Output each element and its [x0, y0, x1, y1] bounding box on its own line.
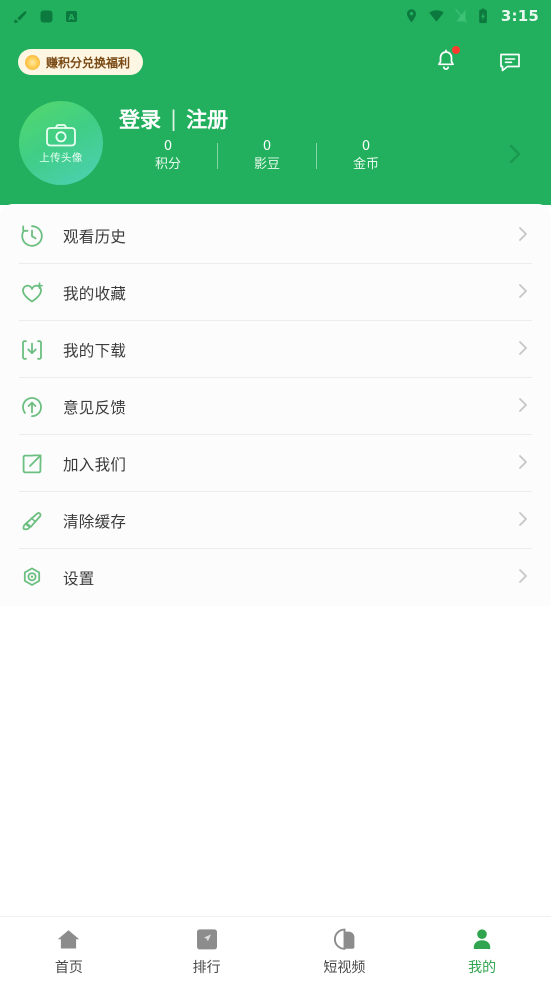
- signal-off-icon: [454, 8, 467, 23]
- nav-item-label: 首页: [54, 959, 83, 976]
- chevron-right-icon: [517, 395, 529, 419]
- avatar-label: 上传头像: [39, 151, 83, 164]
- stat-points-label: 积分: [154, 157, 181, 172]
- menu-card: 观看历史 我的收藏 我的下载 意见反馈 加入我们 清除缓存 设置: [0, 204, 551, 606]
- history-icon: [19, 223, 53, 249]
- stats-row: 0 积分 0 影豆 0 金币: [119, 138, 415, 174]
- home-icon: [58, 929, 80, 948]
- chevron-right-icon: [517, 452, 529, 476]
- heart-plus-icon: [19, 280, 53, 306]
- stat-beans-value: 0: [262, 139, 272, 154]
- login-separator: |: [170, 107, 178, 131]
- nav-item-short-video[interactable]: 短视频: [276, 927, 414, 977]
- location-icon: [406, 9, 416, 23]
- nav-item-label: 排行: [192, 959, 221, 976]
- stat-coins-value: 0: [361, 139, 371, 154]
- download-icon: [19, 337, 53, 363]
- brush-icon: [19, 508, 53, 534]
- stat-beans[interactable]: 0 影豆: [218, 138, 316, 174]
- chevron-right-icon: [517, 566, 529, 590]
- app-notification-icon: [40, 10, 53, 22]
- notifications-button[interactable]: [431, 46, 461, 76]
- chevron-right-icon: [517, 509, 529, 533]
- status-bar-left-icons: A: [12, 8, 79, 25]
- status-bar-time: 3:15: [500, 7, 539, 25]
- menu-item-label: 意见反馈: [63, 398, 127, 417]
- chevron-right-icon: [517, 224, 529, 248]
- nav-item-home[interactable]: 首页: [0, 927, 138, 977]
- menu-item-label: 我的下载: [63, 341, 127, 360]
- notification-badge: [452, 46, 460, 54]
- menu-item-label: 观看历史: [63, 227, 127, 246]
- settings-hexagon-icon: [19, 565, 53, 591]
- compass-icon: [196, 928, 217, 949]
- chevron-right-icon: [517, 338, 529, 362]
- menu-item-label: 清除缓存: [63, 512, 127, 531]
- stat-beans-label: 影豆: [253, 157, 280, 172]
- menu-item-label: 设置: [63, 569, 95, 588]
- nav-item-label: 短视频: [323, 959, 366, 976]
- chevron-right-icon: [517, 281, 529, 305]
- wifi-icon: [429, 10, 444, 22]
- stat-points[interactable]: 0 积分: [119, 138, 217, 174]
- menu-item-feedback[interactable]: 意见反馈: [0, 378, 551, 435]
- menu-item-join-us[interactable]: 加入我们: [0, 435, 551, 492]
- menu-item-settings[interactable]: 设置: [0, 549, 551, 606]
- camera-icon: [46, 123, 76, 146]
- menu-item-label: 我的收藏: [63, 284, 127, 303]
- status-bar-right-icons: 3:15: [404, 7, 539, 25]
- login-register-link[interactable]: 登录 | 注册: [119, 104, 228, 134]
- nav-item-label: 我的: [468, 959, 497, 976]
- menu-item-downloads[interactable]: 我的下载: [0, 321, 551, 378]
- nav-item-ranking[interactable]: 排行: [138, 927, 276, 977]
- person-icon: [473, 928, 491, 949]
- register-label: 注册: [186, 108, 229, 132]
- stat-coins[interactable]: 0 金币: [317, 138, 415, 174]
- login-label: 登录: [119, 108, 161, 132]
- external-link-icon: [19, 451, 53, 477]
- profile-header: A 3:15 赚积分兑换福利 上传头像 登录 | 注册 0 积分 0 影豆 0 …: [0, 0, 551, 205]
- avatar[interactable]: 上传头像: [19, 101, 103, 185]
- messages-button[interactable]: [495, 46, 525, 76]
- menu-item-label: 加入我们: [63, 455, 127, 474]
- bottom-navigation: 首页 排行 短视频 我的: [0, 916, 551, 986]
- menu-item-clear-cache[interactable]: 清除缓存: [0, 492, 551, 549]
- nav-item-mine[interactable]: 我的: [413, 927, 551, 977]
- coin-icon: [25, 54, 40, 70]
- brush-notification-icon: [13, 10, 27, 23]
- chevron-right-icon: [509, 144, 521, 164]
- stat-points-value: 0: [163, 139, 173, 154]
- menu-item-favorites[interactable]: 我的收藏: [0, 264, 551, 321]
- promo-badge-label: 赚积分兑换福利: [46, 55, 131, 70]
- promo-badge[interactable]: 赚积分兑换福利: [18, 49, 144, 75]
- header-actions: [431, 46, 525, 76]
- svg-text:A: A: [68, 13, 75, 22]
- status-bar: A 3:15: [0, 0, 551, 32]
- letter-a-notification-icon: A: [66, 10, 77, 22]
- stat-coins-label: 金币: [352, 157, 379, 172]
- profile-detail-arrow[interactable]: [505, 140, 525, 172]
- battery-icon: [479, 8, 487, 23]
- short-video-icon: [333, 928, 355, 950]
- chat-icon: [500, 53, 520, 72]
- menu-item-watch-history[interactable]: 观看历史: [0, 207, 551, 264]
- feedback-arrow-up-icon: [19, 394, 53, 420]
